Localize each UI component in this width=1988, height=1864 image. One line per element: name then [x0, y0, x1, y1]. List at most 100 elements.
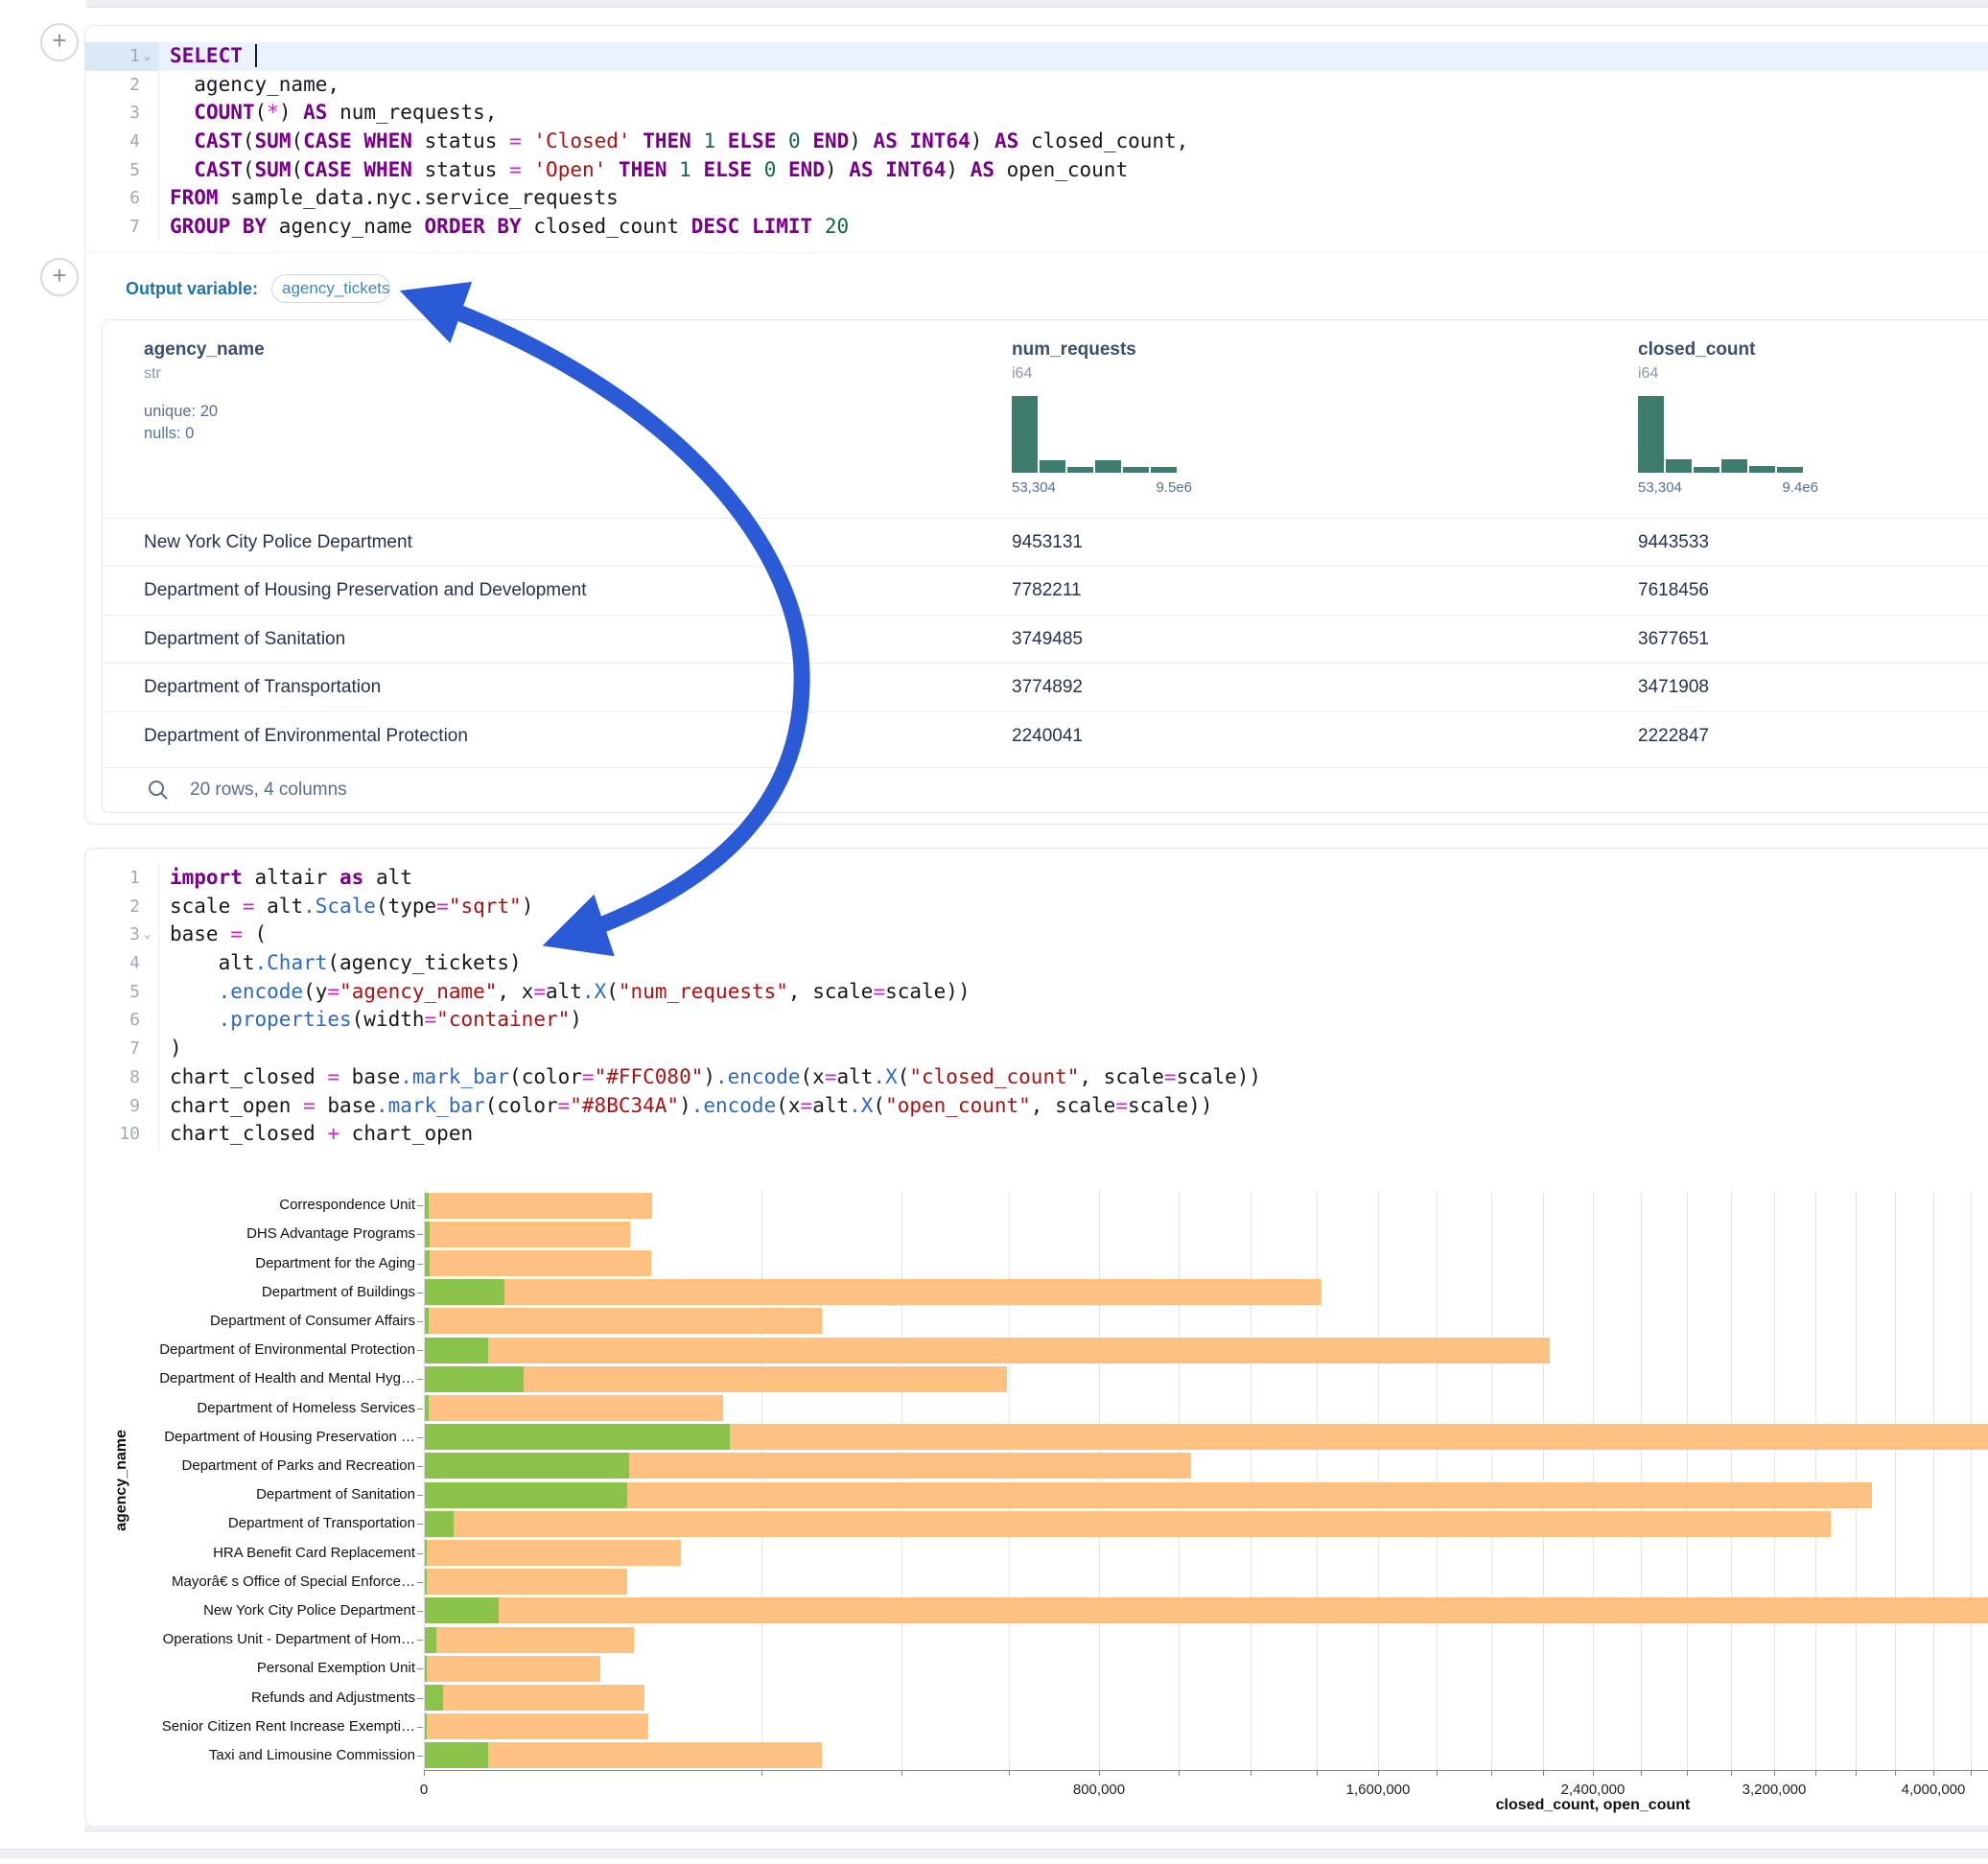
y-axis-label: Operations Unit - Department of Hom…: [85, 1631, 415, 1648]
code-token: =: [558, 1094, 571, 1117]
bar-open: [425, 1627, 436, 1653]
bar-closed: [425, 1482, 1872, 1508]
code-line[interactable]: 10chart_closed + chart_open: [85, 1120, 1988, 1149]
sql-editor[interactable]: 1⌄SELECT 2 agency_name,3 COUNT(*) AS num…: [85, 42, 1988, 242]
code-line[interactable]: 3 COUNT(*) AS num_requests,: [85, 99, 1988, 128]
column-header[interactable]: closed_counti6453,3049.4e6: [1638, 339, 1809, 496]
code-line[interactable]: 7): [85, 1035, 1988, 1063]
code-token: alt: [170, 951, 255, 974]
code-token: =: [425, 1008, 437, 1031]
code-line[interactable]: 4 alt.Chart(agency_tickets): [85, 949, 1988, 978]
code-line[interactable]: 1import altair as alt: [85, 864, 1988, 893]
column-header[interactable]: num_requestsi6453,3049.5e6: [1012, 339, 1182, 496]
y-axis-tick: [417, 1582, 423, 1583]
bar-open: [425, 1453, 629, 1479]
code-line[interactable]: 3⌄base = (: [85, 920, 1988, 949]
bar-open: [425, 1742, 488, 1768]
code-token: =: [1115, 1094, 1128, 1117]
line-number: 8: [129, 1063, 140, 1092]
table-row[interactable]: Department of Housing Preservation and D…: [103, 566, 1988, 614]
code-token: [801, 129, 813, 152]
fold-icon[interactable]: ⌄: [140, 920, 154, 949]
bar-closed: [425, 1222, 630, 1247]
code-line-text: agency_name,: [158, 71, 1988, 100]
code-token: CAST: [194, 129, 243, 152]
code-token: , scale: [788, 980, 874, 1003]
add-cell-button-output[interactable]: +: [40, 258, 79, 296]
output-variable-pill[interactable]: agency_tickets: [271, 274, 390, 303]
code-token: (: [255, 101, 268, 124]
code-token: =: [327, 980, 339, 1003]
code-line[interactable]: 6FROM sample_data.nyc.service_requests: [85, 184, 1988, 213]
column-type: i64: [1638, 365, 1809, 383]
histogram-bar: [1067, 467, 1093, 473]
code-line[interactable]: 8chart_closed = base.mark_bar(color="#FF…: [85, 1063, 1988, 1092]
code-token: alt: [255, 895, 304, 918]
bar-open: [425, 1338, 488, 1363]
bar-open: [425, 1250, 430, 1276]
table-row[interactable]: Department of Transportation377489234719…: [103, 663, 1988, 711]
code-token: [170, 129, 194, 152]
code-line-text: CAST(SUM(CASE WHEN status = 'Open' THEN …: [158, 156, 1988, 185]
histogram-bar: [1777, 467, 1803, 473]
table-cell: New York City Police Department: [144, 519, 412, 566]
code-line[interactable]: 7GROUP BY agency_name ORDER BY closed_co…: [85, 213, 1988, 242]
code-token: CAST: [194, 158, 243, 181]
code-token: ): [522, 895, 534, 918]
code-line[interactable]: 6 .properties(width="container"): [85, 1006, 1988, 1035]
code-token: =: [436, 895, 449, 918]
table-cell: 2222847: [1638, 712, 1709, 759]
line-number-gutter: 6: [85, 1006, 158, 1035]
code-token: FROM: [170, 186, 219, 209]
line-number-gutter: 9: [85, 1092, 158, 1121]
line-number-gutter: 6: [85, 184, 158, 213]
code-token: ORDER BY: [425, 215, 522, 238]
code-token: ): [849, 129, 873, 152]
add-cell-button-top[interactable]: +: [40, 23, 79, 61]
column-stat: unique: 20: [144, 401, 265, 423]
histogram-bar: [1012, 396, 1038, 473]
histogram-bars: [1012, 396, 1182, 473]
code-line[interactable]: 5 CAST(SUM(CASE WHEN status = 'Open' THE…: [85, 156, 1988, 185]
line-number-gutter: 1⌄: [85, 42, 158, 71]
code-line[interactable]: 4 CAST(SUM(CASE WHEN status = 'Closed' T…: [85, 128, 1988, 156]
bar-open: [425, 1685, 443, 1711]
code-token: CASE: [303, 158, 352, 181]
fold-icon: [140, 71, 154, 100]
bar-closed: [425, 1713, 648, 1739]
code-line[interactable]: 1⌄SELECT: [85, 42, 1988, 71]
fold-icon[interactable]: ⌄: [140, 42, 154, 71]
y-axis-tick: [417, 1698, 423, 1699]
code-token: AS: [874, 129, 898, 152]
y-axis-label: Correspondence Unit: [85, 1197, 415, 1214]
code-token: closed_count: [522, 215, 691, 238]
code-token: ): [946, 158, 970, 181]
code-token: import: [170, 866, 243, 889]
search-icon[interactable]: [148, 780, 169, 801]
histogram-bars: [1638, 396, 1809, 473]
code-token: [170, 1008, 219, 1031]
table-row[interactable]: Department of Sanitation37494853677651: [103, 615, 1988, 663]
code-token: INT64: [910, 129, 971, 152]
code-token: 0: [764, 158, 777, 181]
code-line[interactable]: 2scale = alt.Scale(type="sqrt"): [85, 893, 1988, 921]
chart-gridline: [1099, 1191, 1100, 1770]
y-axis-tick: [417, 1350, 423, 1351]
table-row[interactable]: Department of Environmental Protection22…: [103, 711, 1988, 759]
code-token: .X: [849, 1094, 873, 1117]
code-line[interactable]: 2 agency_name,: [85, 71, 1988, 100]
code-line[interactable]: 9chart_open = base.mark_bar(color="#8BC3…: [85, 1092, 1988, 1121]
table-row[interactable]: New York City Police Department945313194…: [103, 518, 1988, 566]
x-tick-label: 0: [366, 1782, 481, 1799]
code-line[interactable]: 5 .encode(y="agency_name", x=alt.X("num_…: [85, 978, 1988, 1007]
bar-closed: [425, 1395, 723, 1421]
line-number: 4: [129, 949, 140, 978]
column-header[interactable]: agency_namestrunique: 20nulls: 0: [144, 339, 265, 445]
fold-icon: [140, 864, 154, 893]
fold-icon: [140, 156, 154, 185]
code-token: (: [243, 129, 255, 152]
code-token: +: [327, 1122, 339, 1145]
line-number: 10: [119, 1120, 140, 1149]
python-editor[interactable]: 1import altair as alt2scale = alt.Scale(…: [85, 864, 1988, 1149]
histogram-bar: [1151, 467, 1177, 473]
